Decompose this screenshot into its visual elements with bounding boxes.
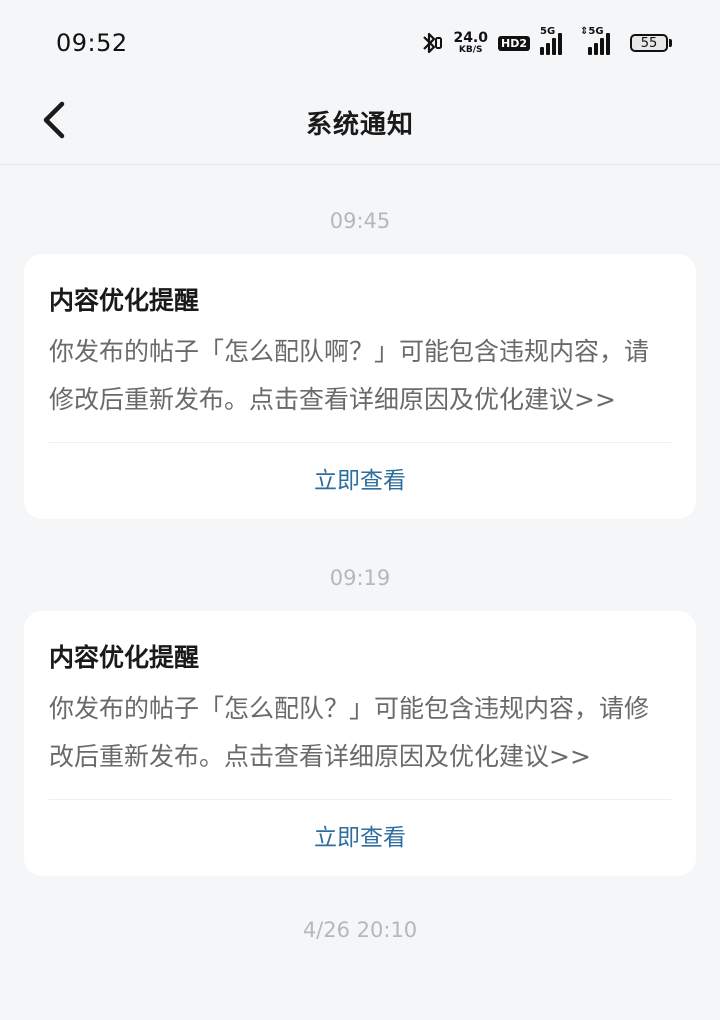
status-bar: 09:52 24.0 KB/S HD2 5G ⇕5G 55	[0, 0, 720, 80]
network-speed-value: 24.0	[453, 30, 488, 46]
notification-title: 内容优化提醒	[49, 643, 200, 672]
network-speed: 24.0 KB/S	[453, 31, 488, 55]
signal-type-label: ⇕5G	[580, 26, 604, 37]
view-now-button[interactable]: 立即查看	[49, 800, 671, 876]
notification-feed: 09:45 内容优化提醒 你发布的帖子「怎么配队啊？」可能包含违规内容，请修改后…	[0, 165, 720, 946]
notification-body[interactable]: 你发布的帖子「怎么配队啊？」可能包含违规内容，请修改后重新发布。点击查看详细原因…	[49, 328, 671, 443]
status-icons: 24.0 KB/S HD2 5G ⇕5G 55	[421, 27, 672, 56]
notification-time: 09:19	[329, 566, 391, 590]
chevron-left-icon	[43, 101, 65, 139]
signal-icon: ⇕5G	[580, 27, 620, 55]
signal-icon: 5G	[540, 27, 570, 55]
notification-time: 09:45	[329, 209, 391, 233]
notification-body[interactable]: 你发布的帖子「怎么配队？」可能包含违规内容，请修改后重新发布。点击查看详细原因及…	[49, 685, 671, 800]
notification-card: 内容优化提醒 你发布的帖子「怎么配队？」可能包含违规内容，请修改后重新发布。点击…	[24, 611, 696, 876]
battery-icon: 55	[630, 34, 672, 52]
bluetooth-icon	[423, 32, 443, 54]
nav-bar: 系统通知	[0, 80, 720, 165]
page-title: 系统通知	[305, 109, 414, 140]
back-button[interactable]	[34, 92, 74, 148]
notification-title: 内容优化提醒	[49, 286, 200, 315]
view-now-button[interactable]: 立即查看	[49, 443, 671, 519]
notification-card: 内容优化提醒 你发布的帖子「怎么配队啊？」可能包含违规内容，请修改后重新发布。点…	[24, 254, 696, 519]
network-speed-unit: KB/S	[458, 45, 483, 55]
notification-time: 4/26 20:10	[302, 918, 418, 942]
hd-badge: HD2	[498, 35, 530, 51]
signal-type-label: 5G	[540, 26, 556, 37]
status-time: 09:52	[56, 29, 128, 57]
battery-level: 55	[630, 34, 668, 52]
